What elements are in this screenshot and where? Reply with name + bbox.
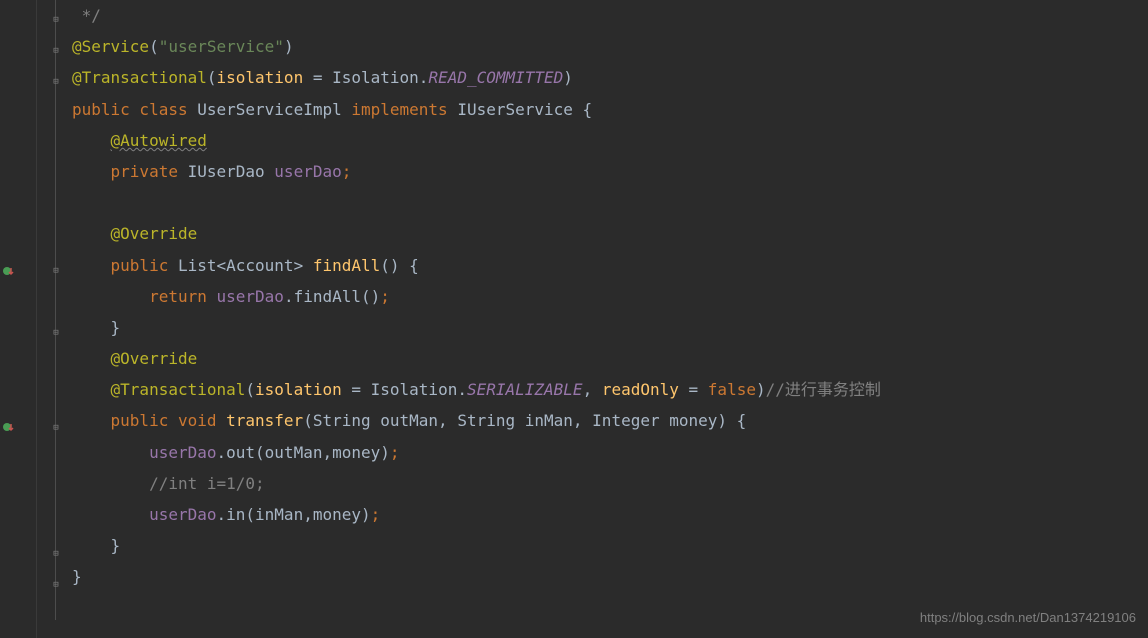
keyword: return (149, 287, 216, 306)
equals: = (679, 380, 708, 399)
semicolon: ; (390, 443, 400, 462)
string-literal: "userService" (159, 37, 284, 56)
field-ref: userDao (149, 505, 216, 524)
fold-line (55, 0, 56, 620)
code-line[interactable]: @Transactional(isolation = Isolation.REA… (72, 62, 1148, 93)
keyword: public (111, 256, 178, 275)
code-line[interactable]: @Override (72, 343, 1148, 374)
code-line[interactable]: @Service("userService") (72, 31, 1148, 62)
keyword: private (111, 162, 188, 181)
semicolon: ; (380, 287, 390, 306)
brace: } (72, 567, 82, 586)
code-line[interactable]: userDao.out(outMan,money); (72, 437, 1148, 468)
comment-text: //进行事务控制 (766, 380, 881, 399)
annotation: @Override (111, 349, 198, 368)
brace: } (111, 536, 121, 555)
code-line[interactable] (72, 187, 1148, 218)
comment-text: //int i=1/0; (149, 474, 265, 493)
constant: READ_COMMITTED (428, 68, 563, 87)
code-editor[interactable]: ⊟ ⊟ ⊟ ⊟ ⊟ ⊟ ⊟ ⊟ */ @Service("userService… (0, 0, 1148, 638)
code-line[interactable]: public List<Account> findAll() { (72, 250, 1148, 281)
gutter-stripe (36, 0, 37, 638)
text: = Isolation. (342, 380, 467, 399)
text: = Isolation. (303, 68, 428, 87)
comment-text: */ (72, 6, 101, 25)
keyword: public class (72, 100, 197, 119)
keyword: implements (351, 100, 457, 119)
constant: SERIALIZABLE (467, 380, 583, 399)
type-name: List<Account> (178, 256, 313, 275)
code-line[interactable]: @Autowired (72, 125, 1148, 156)
code-line[interactable]: */ (72, 0, 1148, 31)
interface-name: IUserService { (457, 100, 592, 119)
keyword: public void (111, 411, 227, 430)
method-call: .in(inMan,money) (217, 505, 371, 524)
override-gutter-icon[interactable] (2, 264, 16, 278)
fold-marker[interactable]: ⊟ (51, 420, 61, 430)
comma: , (583, 380, 602, 399)
field-ref: userDao (217, 287, 284, 306)
type-name: IUserDao (188, 162, 275, 181)
field-ref: userDao (149, 443, 216, 462)
method-name: findAll (313, 256, 380, 275)
editor-gutter: ⊟ ⊟ ⊟ ⊟ ⊟ ⊟ ⊟ ⊟ (0, 0, 60, 638)
annotation: @Override (111, 224, 198, 243)
code-line[interactable]: } (72, 561, 1148, 592)
brace: } (111, 318, 121, 337)
param-name: readOnly (602, 380, 679, 399)
paren: ( (207, 68, 217, 87)
paren: ) (284, 37, 294, 56)
signature: (String outMan, String inMan, Integer mo… (303, 411, 746, 430)
code-line[interactable]: public class UserServiceImpl implements … (72, 94, 1148, 125)
paren: ) (563, 68, 573, 87)
code-line[interactable]: userDao.in(inMan,money); (72, 499, 1148, 530)
signature: () { (380, 256, 419, 275)
field-name: userDao (274, 162, 341, 181)
class-name: UserServiceImpl (197, 100, 351, 119)
method-name: transfer (226, 411, 303, 430)
fold-marker[interactable]: ⊟ (51, 263, 61, 273)
override-gutter-icon[interactable] (2, 420, 16, 434)
paren: ( (245, 380, 255, 399)
method-call: .out(outMan,money) (217, 443, 390, 462)
fold-marker[interactable]: ⊟ (51, 325, 61, 335)
fold-marker[interactable]: ⊟ (51, 43, 61, 53)
annotation-autowired: @Autowired (111, 131, 207, 150)
method-call: .findAll() (284, 287, 380, 306)
code-line[interactable]: return userDao.findAll(); (72, 281, 1148, 312)
param-name: isolation (255, 380, 342, 399)
fold-marker[interactable]: ⊟ (51, 577, 61, 587)
watermark-text: https://blog.csdn.net/Dan1374219106 (920, 605, 1136, 630)
annotation: @Transactional (111, 380, 246, 399)
code-content[interactable]: */ @Service("userService") @Transactiona… (60, 0, 1148, 638)
code-line[interactable]: @Transactional(isolation = Isolation.SER… (72, 374, 1148, 405)
code-line[interactable]: @Override (72, 218, 1148, 249)
fold-marker[interactable]: ⊟ (51, 12, 61, 22)
code-line[interactable]: private IUserDao userDao; (72, 156, 1148, 187)
keyword-false: false (708, 380, 756, 399)
semicolon: ; (342, 162, 352, 181)
paren: ) (756, 380, 766, 399)
code-line[interactable]: public void transfer(String outMan, Stri… (72, 405, 1148, 436)
code-line[interactable]: } (72, 530, 1148, 561)
annotation: @Transactional (72, 68, 207, 87)
annotation: @Service (72, 37, 149, 56)
semicolon: ; (371, 505, 381, 524)
code-line[interactable]: } (72, 312, 1148, 343)
param-name: isolation (217, 68, 304, 87)
fold-marker[interactable]: ⊟ (51, 546, 61, 556)
fold-marker[interactable]: ⊟ (51, 74, 61, 84)
code-line[interactable]: //int i=1/0; (72, 468, 1148, 499)
paren: ( (149, 37, 159, 56)
